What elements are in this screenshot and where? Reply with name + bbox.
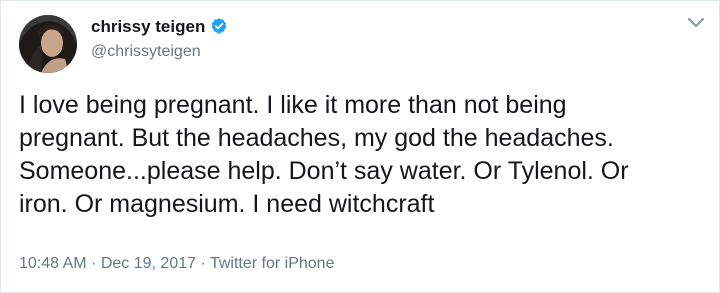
display-name-text: chrissy teigen <box>91 17 206 36</box>
avatar[interactable] <box>19 15 77 73</box>
avatar-image <box>19 15 77 73</box>
user-handle[interactable]: @chrissyteigen <box>91 43 201 61</box>
tweet-time[interactable]: 10:48 AM <box>19 255 87 272</box>
verified-badge-icon <box>211 18 227 34</box>
tweet-date[interactable]: Dec 19, 2017 <box>101 255 196 272</box>
chevron-down-icon[interactable] <box>687 17 705 29</box>
meta-separator: · <box>200 255 206 272</box>
tweet-source[interactable]: Twitter for iPhone <box>210 255 335 272</box>
tweet-metadata: 10:48 AM · Dec 19, 2017 · Twitter for iP… <box>19 255 334 273</box>
tweet-text: I love being pregnant. I like it more th… <box>19 91 629 218</box>
tweet-card: chrissy teigen @chrissyteigen I love bei… <box>0 0 720 293</box>
meta-separator: · <box>91 255 97 272</box>
display-name[interactable]: chrissy teigen <box>91 17 228 37</box>
